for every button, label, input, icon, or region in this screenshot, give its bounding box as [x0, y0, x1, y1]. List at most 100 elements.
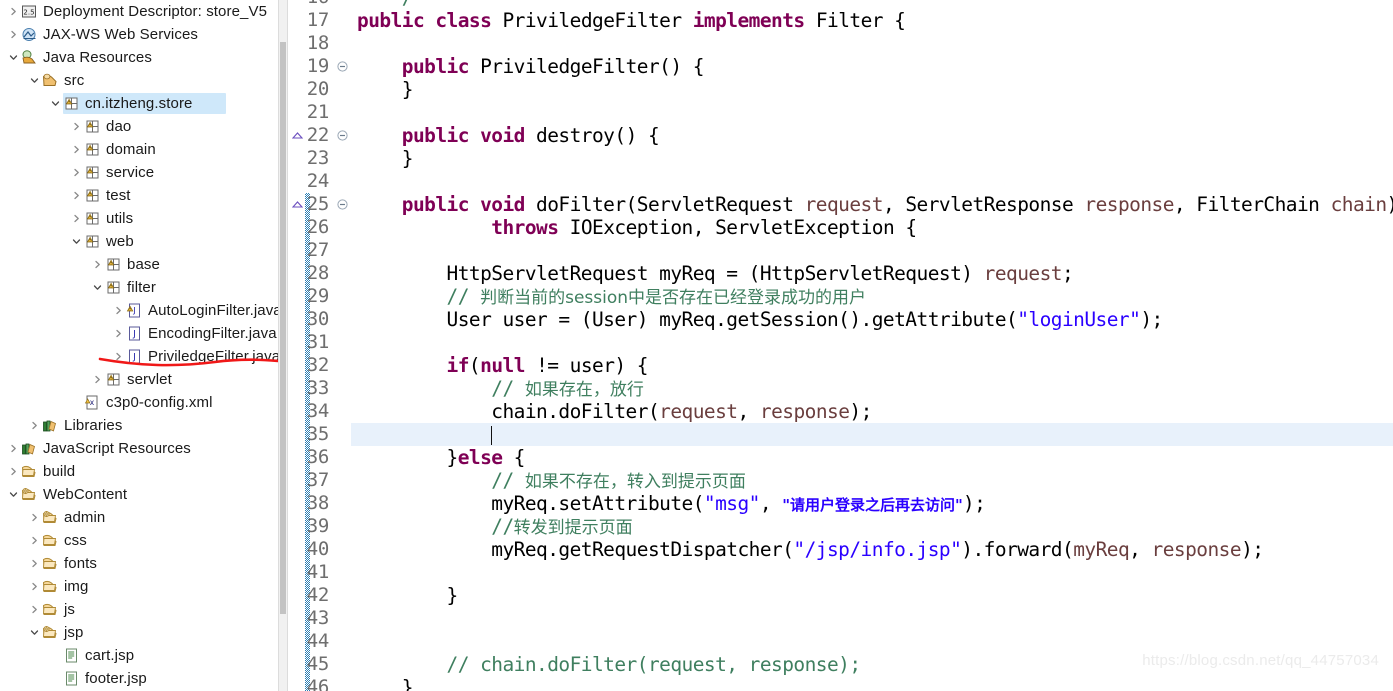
code-line[interactable]: myReq.getRequestDispatcher("/jsp/info.js…: [351, 538, 1393, 561]
tree-item-cn-itzheng-store[interactable]: cn.itzheng.store: [0, 92, 278, 115]
tree-item-base[interactable]: base: [0, 253, 278, 276]
tree-item-label: EncodingFilter.java: [148, 325, 277, 342]
code-line[interactable]: [351, 170, 1393, 193]
chevron-down-icon[interactable]: [6, 483, 21, 506]
chevron-down-icon[interactable]: [27, 621, 42, 644]
tree-item-jax-ws-web-services[interactable]: JAX-WS Web Services: [0, 23, 278, 46]
fold-toggle-icon[interactable]: [335, 124, 349, 147]
code-line[interactable]: throws IOException, ServletException {: [351, 216, 1393, 239]
code-line[interactable]: }: [351, 584, 1393, 607]
code-line[interactable]: [351, 239, 1393, 262]
chevron-down-icon[interactable]: [90, 276, 105, 299]
tree-item-filter[interactable]: filter: [0, 276, 278, 299]
code-line[interactable]: [351, 32, 1393, 55]
tree-item-dao[interactable]: dao: [0, 115, 278, 138]
tree-item-jsp[interactable]: jsp: [0, 621, 278, 644]
code-line[interactable]: [351, 607, 1393, 630]
code-line[interactable]: [351, 630, 1393, 653]
tree-item-java-resources[interactable]: Java Resources: [0, 46, 278, 69]
chevron-down-icon[interactable]: [6, 46, 21, 69]
code-text-area[interactable]: /public class PriviledgeFilter implement…: [351, 0, 1393, 691]
chevron-right-icon[interactable]: [69, 207, 84, 230]
scrollbar-thumb[interactable]: [280, 42, 286, 614]
tree-item-fonts[interactable]: fonts: [0, 552, 278, 575]
chevron-right-icon[interactable]: [69, 184, 84, 207]
tree-item-domain[interactable]: domain: [0, 138, 278, 161]
chevron-right-icon[interactable]: [111, 345, 126, 368]
code-line[interactable]: if(null != user) {: [351, 354, 1393, 377]
chevron-right-icon[interactable]: [69, 138, 84, 161]
code-line[interactable]: [351, 561, 1393, 584]
chevron-right-icon[interactable]: [6, 460, 21, 483]
tree-item-footer-jsp[interactable]: footer.jsp: [0, 667, 278, 690]
code-line[interactable]: [351, 331, 1393, 354]
tree-item-servlet[interactable]: servlet: [0, 368, 278, 391]
chevron-down-icon[interactable]: [27, 69, 42, 92]
tree-item-priviledgefilter-java[interactable]: J PriviledgeFilter.java: [0, 345, 278, 368]
chevron-down-icon[interactable]: [69, 230, 84, 253]
chevron-right-icon[interactable]: [27, 575, 42, 598]
jsp-file-icon: [63, 647, 80, 664]
tree-item-test[interactable]: test: [0, 184, 278, 207]
chevron-right-icon[interactable]: [27, 552, 42, 575]
chevron-right-icon[interactable]: [6, 0, 21, 23]
tree-item-encodingfilter-java[interactable]: J EncodingFilter.java: [0, 322, 278, 345]
tree-item-utils[interactable]: utils: [0, 207, 278, 230]
code-line[interactable]: public class PriviledgeFilter implements…: [351, 9, 1393, 32]
code-line[interactable]: // 判断当前的session中是否存在已经登录成功的用户: [351, 285, 1393, 308]
chevron-right-icon[interactable]: [27, 598, 42, 621]
fold-toggle-icon[interactable]: [335, 193, 349, 216]
tree-item-c3p0-config-xml[interactable]: x c3p0-config.xml: [0, 391, 278, 414]
tree-item-css[interactable]: css: [0, 529, 278, 552]
code-line[interactable]: public PriviledgeFilter() {: [351, 55, 1393, 78]
tree-item-build[interactable]: build: [0, 460, 278, 483]
code-line[interactable]: myReq.setAttribute("msg", "请用户登录之后再去访问")…: [351, 492, 1393, 515]
chevron-right-icon[interactable]: [6, 437, 21, 460]
chevron-right-icon[interactable]: [69, 115, 84, 138]
code-line[interactable]: // 如果不存在，转入到提示页面: [351, 469, 1393, 492]
code-line[interactable]: // 如果存在，放行: [351, 377, 1393, 400]
code-line[interactable]: //转发到提示页面: [351, 515, 1393, 538]
code-line[interactable]: User user = (User) myReq.getSession().ge…: [351, 308, 1393, 331]
chevron-right-icon[interactable]: [6, 23, 21, 46]
tree-item-cart-jsp[interactable]: cart.jsp: [0, 644, 278, 667]
code-line[interactable]: }else {: [351, 446, 1393, 469]
chevron-right-icon[interactable]: [90, 368, 105, 391]
tree-item-deployment-descriptor-store-v5[interactable]: 2.5 Deployment Descriptor: store_V5: [0, 0, 278, 23]
code-line[interactable]: /: [351, 0, 1393, 9]
tree-item-js[interactable]: js: [0, 598, 278, 621]
package-explorer-tree[interactable]: 2.5 Deployment Descriptor: store_V5 JAX-WS…: [0, 0, 278, 691]
chevron-right-icon[interactable]: [111, 322, 126, 345]
chevron-right-icon[interactable]: [111, 299, 126, 322]
chevron-right-icon[interactable]: [27, 529, 42, 552]
chevron-down-icon[interactable]: [48, 92, 63, 115]
tree-item-webcontent[interactable]: WebContent: [0, 483, 278, 506]
tree-item-service[interactable]: service: [0, 161, 278, 184]
code-line[interactable]: HttpServletRequest myReq = (HttpServletR…: [351, 262, 1393, 285]
code-line[interactable]: [351, 101, 1393, 124]
code-line[interactable]: }: [351, 78, 1393, 101]
tree-item-src[interactable]: src: [0, 69, 278, 92]
code-line[interactable]: }: [351, 147, 1393, 170]
tree-item-javascript-resources[interactable]: JavaScript Resources: [0, 437, 278, 460]
chevron-right-icon[interactable]: [27, 506, 42, 529]
code-line[interactable]: public void destroy() {: [351, 124, 1393, 147]
chevron-right-icon[interactable]: [27, 414, 42, 437]
chevron-right-icon[interactable]: [69, 161, 84, 184]
code-line[interactable]: [351, 423, 1393, 446]
chevron-right-icon[interactable]: [90, 253, 105, 276]
tree-item-img[interactable]: img: [0, 575, 278, 598]
web-folder-icon: [21, 486, 38, 503]
sidebar-vertical-scrollbar[interactable]: [278, 0, 288, 691]
tree-item-web[interactable]: web: [0, 230, 278, 253]
tree-item-label: filter: [127, 279, 156, 296]
tree-item-label: utils: [106, 210, 134, 227]
tree-item-libraries[interactable]: Libraries: [0, 414, 278, 437]
code-line[interactable]: chain.doFilter(request, response);: [351, 400, 1393, 423]
tree-item-autologinfilter-java[interactable]: J AutoLoginFilter.java: [0, 299, 278, 322]
code-line[interactable]: }: [351, 676, 1393, 691]
code-line[interactable]: public void doFilter(ServletRequest requ…: [351, 193, 1393, 216]
tree-item-admin[interactable]: admin: [0, 506, 278, 529]
fold-toggle-icon[interactable]: [335, 55, 349, 78]
code-editor[interactable]: 1617181920212223242526272829303132333435…: [288, 0, 1393, 691]
